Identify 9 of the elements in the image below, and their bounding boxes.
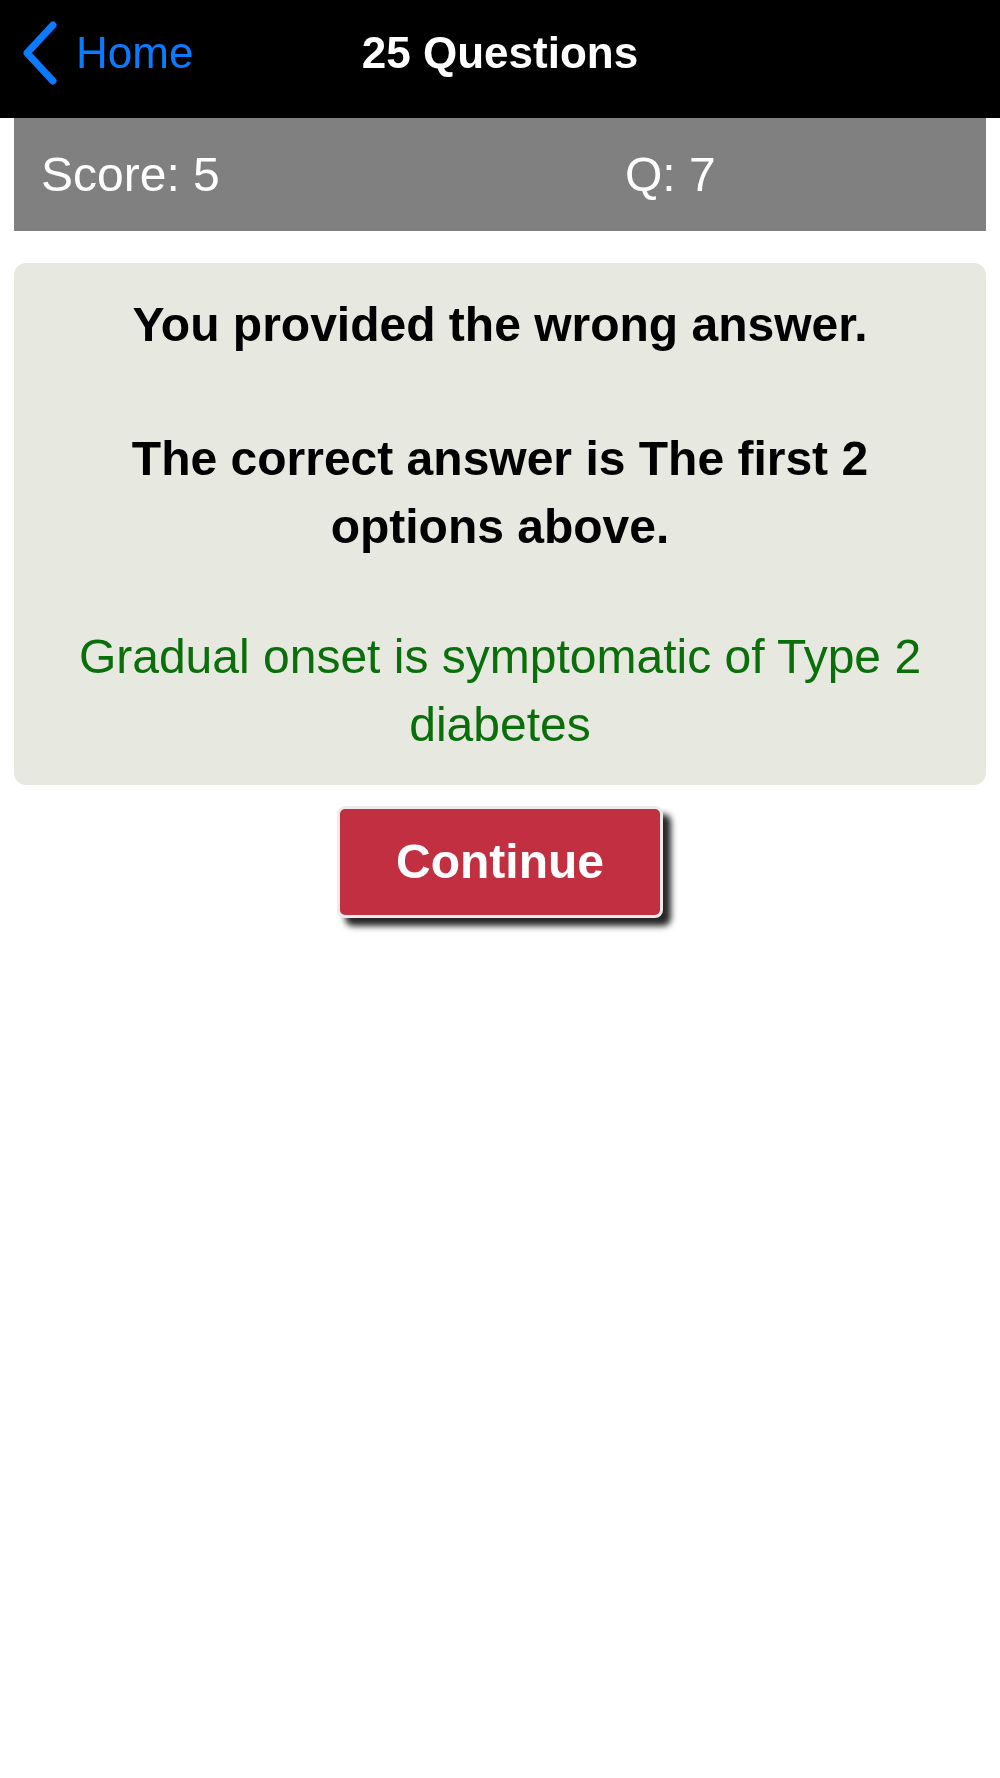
nav-title: 25 Questions <box>361 31 639 75</box>
chevron-left-icon <box>22 21 58 85</box>
continue-button[interactable]: Continue <box>337 806 663 918</box>
score-label: Score: 5 <box>41 150 221 199</box>
back-button[interactable]: Home <box>22 21 194 85</box>
explanation-text: Gradual onset is symptomatic of Type 2 diabetes <box>77 629 923 753</box>
result-message: You provided the wrong answer. <box>131 297 869 353</box>
question-number: Q: 7 <box>625 150 717 199</box>
correct-answer-message: The correct answer is The first 2 options above. <box>130 431 870 555</box>
